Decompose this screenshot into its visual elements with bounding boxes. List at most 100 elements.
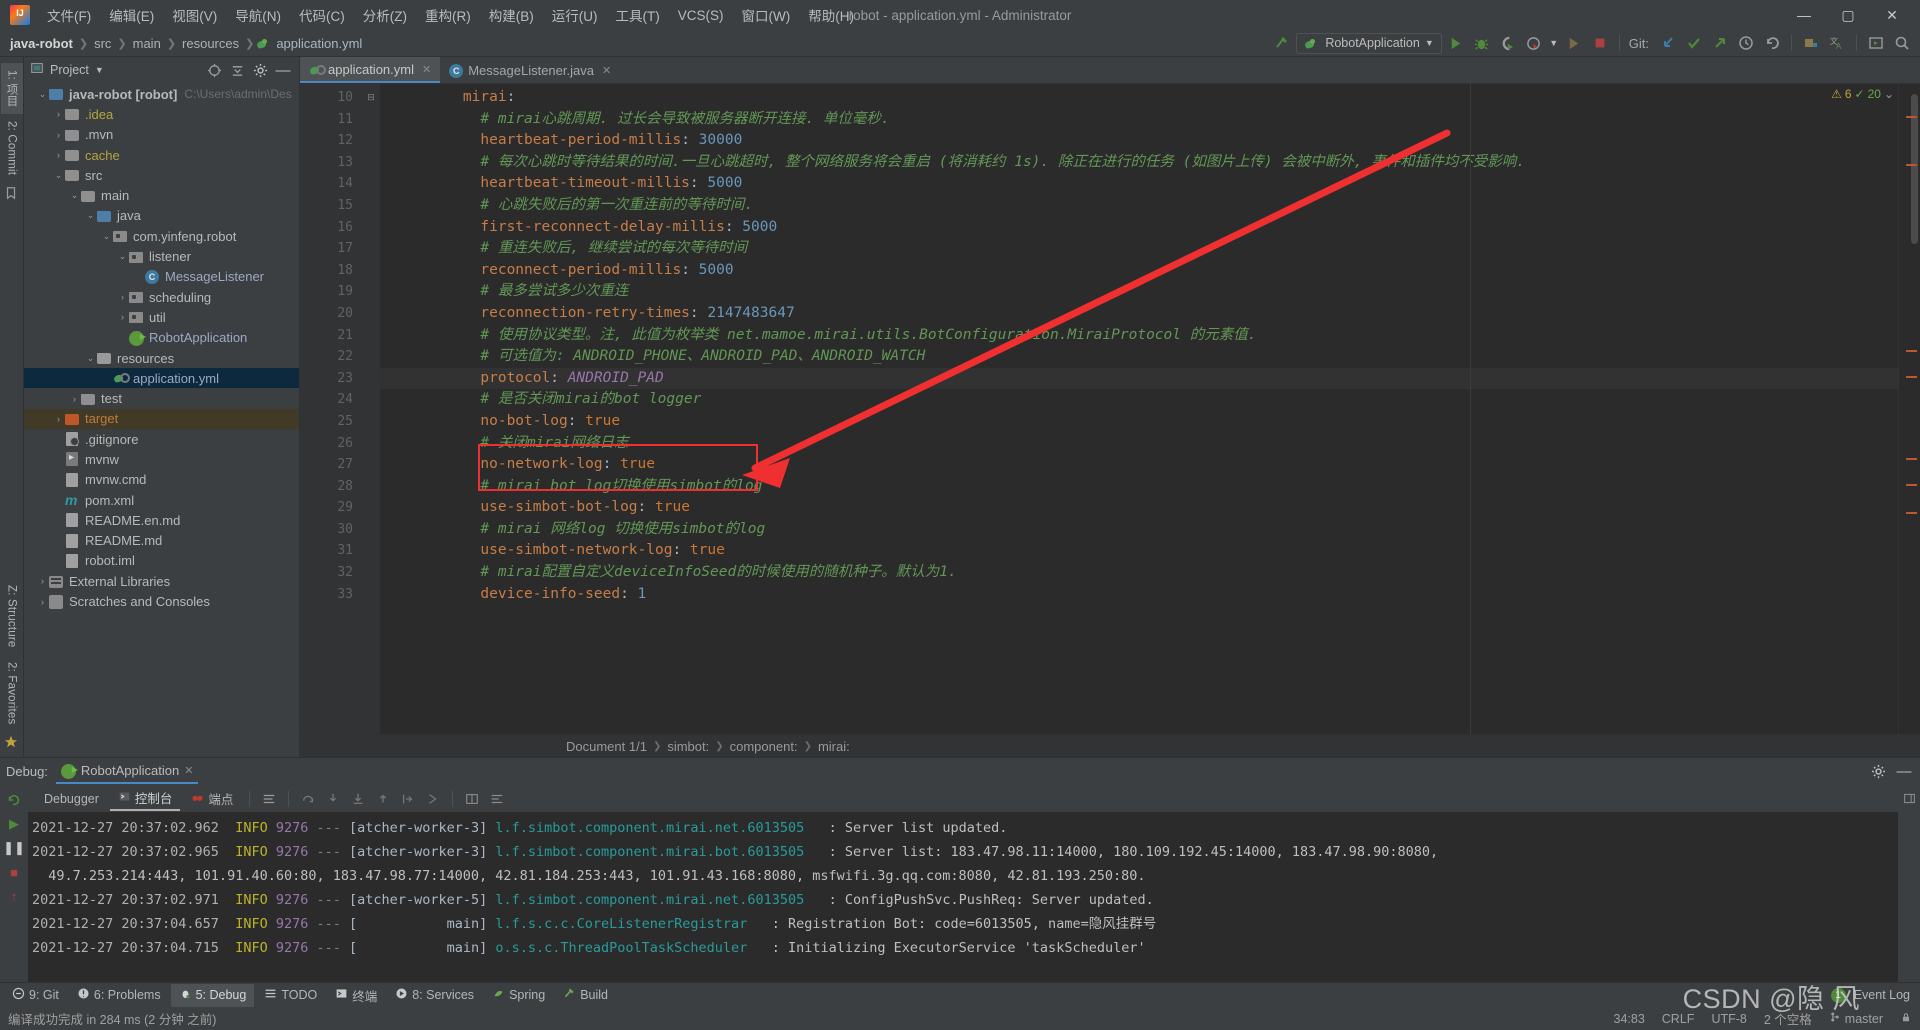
breadcrumb-mirai[interactable]: mirai: bbox=[818, 739, 850, 754]
hide-panel-icon[interactable]: — bbox=[1894, 762, 1914, 782]
chevron-down-icon[interactable]: ⌄ bbox=[1884, 87, 1894, 101]
force-step-into-icon[interactable] bbox=[347, 789, 369, 809]
caret-position[interactable]: 34:83 bbox=[1614, 1012, 1645, 1026]
tree-row[interactable]: ⌄ com.yinfeng.robot bbox=[24, 226, 299, 246]
code-line[interactable]: # 每次心跳时等待结果的时间.一旦心跳超时, 整个网络服务将会重启 (将消耗约 … bbox=[380, 152, 1898, 174]
tree-row[interactable]: README.md bbox=[24, 531, 299, 551]
breadcrumb-file[interactable]: application.yml bbox=[272, 36, 366, 51]
profiler-icon[interactable] bbox=[1522, 32, 1546, 54]
tree-row[interactable]: robot.iml bbox=[24, 551, 299, 571]
git-history-icon[interactable] bbox=[1734, 32, 1758, 54]
expand-arrow-icon[interactable]: › bbox=[52, 130, 65, 140]
code-line[interactable]: reconnect-period-millis: 5000 bbox=[380, 260, 1898, 282]
tree-row[interactable]: › .mvn bbox=[24, 125, 299, 145]
code-line[interactable]: no-bot-log: true bbox=[380, 411, 1898, 433]
git-branch-widget[interactable]: master bbox=[1829, 1011, 1883, 1026]
code-line[interactable]: device-info-seed: 1 bbox=[380, 584, 1898, 606]
tree-row[interactable]: mvnw bbox=[24, 449, 299, 469]
menu-code[interactable]: 代码(C) bbox=[290, 2, 354, 28]
tree-row[interactable]: ⌄ resources bbox=[24, 348, 299, 368]
resume-icon[interactable]: ▶ bbox=[5, 815, 23, 833]
editor-tab-application-yml[interactable]: application.yml ✕ bbox=[300, 57, 441, 83]
search-icon[interactable] bbox=[1890, 32, 1914, 54]
expand-arrow-icon[interactable]: › bbox=[116, 312, 129, 322]
analysis-marker[interactable] bbox=[1906, 164, 1917, 166]
close-icon[interactable]: ✕ bbox=[184, 764, 193, 777]
tree-row[interactable]: › cache bbox=[24, 145, 299, 165]
code-line[interactable]: # mirai配置自定义deviceInfoSeed的时候使用的随机种子。默认为… bbox=[380, 562, 1898, 584]
indent-setting[interactable]: 2 个空格 bbox=[1764, 1009, 1812, 1028]
expand-arrow-icon[interactable]: › bbox=[36, 576, 49, 586]
tree-row[interactable]: README.en.md bbox=[24, 510, 299, 530]
debug-icon[interactable] bbox=[1470, 32, 1494, 54]
code-line[interactable]: heartbeat-period-millis: 30000 bbox=[380, 130, 1898, 152]
analysis-marker[interactable] bbox=[1906, 376, 1917, 378]
tool-tab-commit[interactable]: 2: Commit bbox=[3, 114, 21, 182]
expand-arrow-icon[interactable]: ⌄ bbox=[116, 251, 129, 262]
expand-arrow-icon[interactable]: ⌄ bbox=[84, 353, 97, 364]
tool-button-terminal[interactable]: 终端 bbox=[327, 984, 385, 1007]
presentation-icon[interactable] bbox=[1864, 32, 1888, 54]
tool-tab-structure[interactable]: Z: Structure bbox=[3, 578, 21, 654]
code-line[interactable]: heartbeat-timeout-millis: 5000 bbox=[380, 173, 1898, 195]
tree-row[interactable]: › target bbox=[24, 408, 299, 430]
code-folding-gutter[interactable]: ⊟ bbox=[362, 84, 380, 734]
expand-arrow-icon[interactable]: › bbox=[68, 394, 81, 404]
git-push-icon[interactable] bbox=[1708, 32, 1732, 54]
minimize-button[interactable]: — bbox=[1782, 1, 1826, 29]
code-line[interactable]: protocol: ANDROID_PAD bbox=[380, 367, 1898, 390]
breadcrumb-component[interactable]: component: bbox=[730, 739, 798, 754]
run-with-coverage-icon[interactable] bbox=[1496, 32, 1520, 54]
file-encoding[interactable]: UTF-8 bbox=[1711, 1012, 1746, 1026]
menu-file[interactable]: 文件(F) bbox=[38, 2, 100, 28]
tree-row[interactable]: ⌄ java bbox=[24, 206, 299, 226]
tool-tab-favorites[interactable]: 2: Favorites bbox=[3, 655, 21, 731]
soft-wrap-icon[interactable] bbox=[258, 789, 280, 809]
menu-run[interactable]: 运行(U) bbox=[543, 2, 607, 28]
gear-icon[interactable] bbox=[1868, 762, 1888, 782]
code-line[interactable]: # 使用协议类型。注, 此值为枚举类 net.mamoe.mirai.utils… bbox=[380, 325, 1898, 347]
expand-arrow-icon[interactable]: › bbox=[52, 150, 65, 160]
tree-row[interactable]: C MessageListener bbox=[24, 267, 299, 287]
step-over-icon[interactable] bbox=[297, 789, 319, 809]
pause-icon[interactable]: ❚❚ bbox=[3, 839, 25, 857]
tool-button-todo[interactable]: TODO bbox=[256, 984, 325, 1007]
analysis-marker[interactable] bbox=[1906, 350, 1917, 352]
code-line[interactable]: no-network-log: true bbox=[380, 454, 1898, 476]
code-line[interactable]: # 关闭mirai网络日志 bbox=[380, 433, 1898, 455]
code-line[interactable]: mirai: bbox=[380, 87, 1898, 109]
close-button[interactable]: ✕ bbox=[1870, 1, 1914, 29]
step-out-icon[interactable] bbox=[372, 789, 394, 809]
tab-breakpoints[interactable]: 端点 bbox=[183, 786, 241, 811]
tree-row[interactable]: application.yml bbox=[24, 368, 299, 389]
project-structure-icon[interactable] bbox=[1799, 32, 1823, 54]
analysis-marker[interactable] bbox=[1906, 116, 1917, 118]
run-to-cursor-icon[interactable] bbox=[397, 789, 419, 809]
code-line[interactable]: use-simbot-bot-log: true bbox=[380, 497, 1898, 519]
analysis-scrollbar-strip[interactable] bbox=[1898, 84, 1920, 734]
code-line[interactable]: # mirai 网络log 切换使用simbot的log bbox=[380, 519, 1898, 541]
editor-tab-messagelistener-java[interactable]: C MessageListener.java ✕ bbox=[440, 57, 620, 83]
menu-tools[interactable]: 工具(T) bbox=[607, 2, 669, 28]
tab-console[interactable]: 控制台 bbox=[109, 786, 181, 811]
git-rollback-icon[interactable] bbox=[1760, 32, 1784, 54]
menu-navigate[interactable]: 导航(N) bbox=[226, 2, 290, 28]
build-hammer-icon[interactable] bbox=[1270, 32, 1294, 54]
stop-icon[interactable]: ■ bbox=[5, 863, 23, 881]
tab-debugger[interactable]: Debugger bbox=[32, 786, 107, 811]
bookmarks-icon[interactable] bbox=[4, 186, 20, 202]
profiler-dropdown-icon[interactable]: ▼ bbox=[1548, 32, 1560, 54]
line-separator[interactable]: CRLF bbox=[1662, 1012, 1695, 1026]
expand-arrow-icon[interactable]: ⌄ bbox=[52, 170, 65, 181]
debug-console-output[interactable]: 2021-12-27 20:37:02.962 INFO 9276 --- [a… bbox=[28, 812, 1898, 982]
analysis-marker[interactable] bbox=[1906, 458, 1917, 460]
hide-panel-icon[interactable]: — bbox=[273, 60, 293, 80]
menu-edit[interactable]: 编辑(E) bbox=[100, 2, 163, 28]
tool-button-git[interactable]: 9: Git bbox=[4, 984, 67, 1007]
code-line[interactable]: # mirai心跳周期. 过长会导致被服务器断开连接. 单位毫秒. bbox=[380, 109, 1898, 131]
step-into-icon[interactable] bbox=[322, 789, 344, 809]
code-line[interactable]: use-simbot-network-log: true bbox=[380, 540, 1898, 562]
tool-button-build[interactable]: Build bbox=[555, 984, 616, 1007]
git-commit-icon[interactable] bbox=[1682, 32, 1706, 54]
close-icon[interactable]: ✕ bbox=[422, 63, 431, 76]
